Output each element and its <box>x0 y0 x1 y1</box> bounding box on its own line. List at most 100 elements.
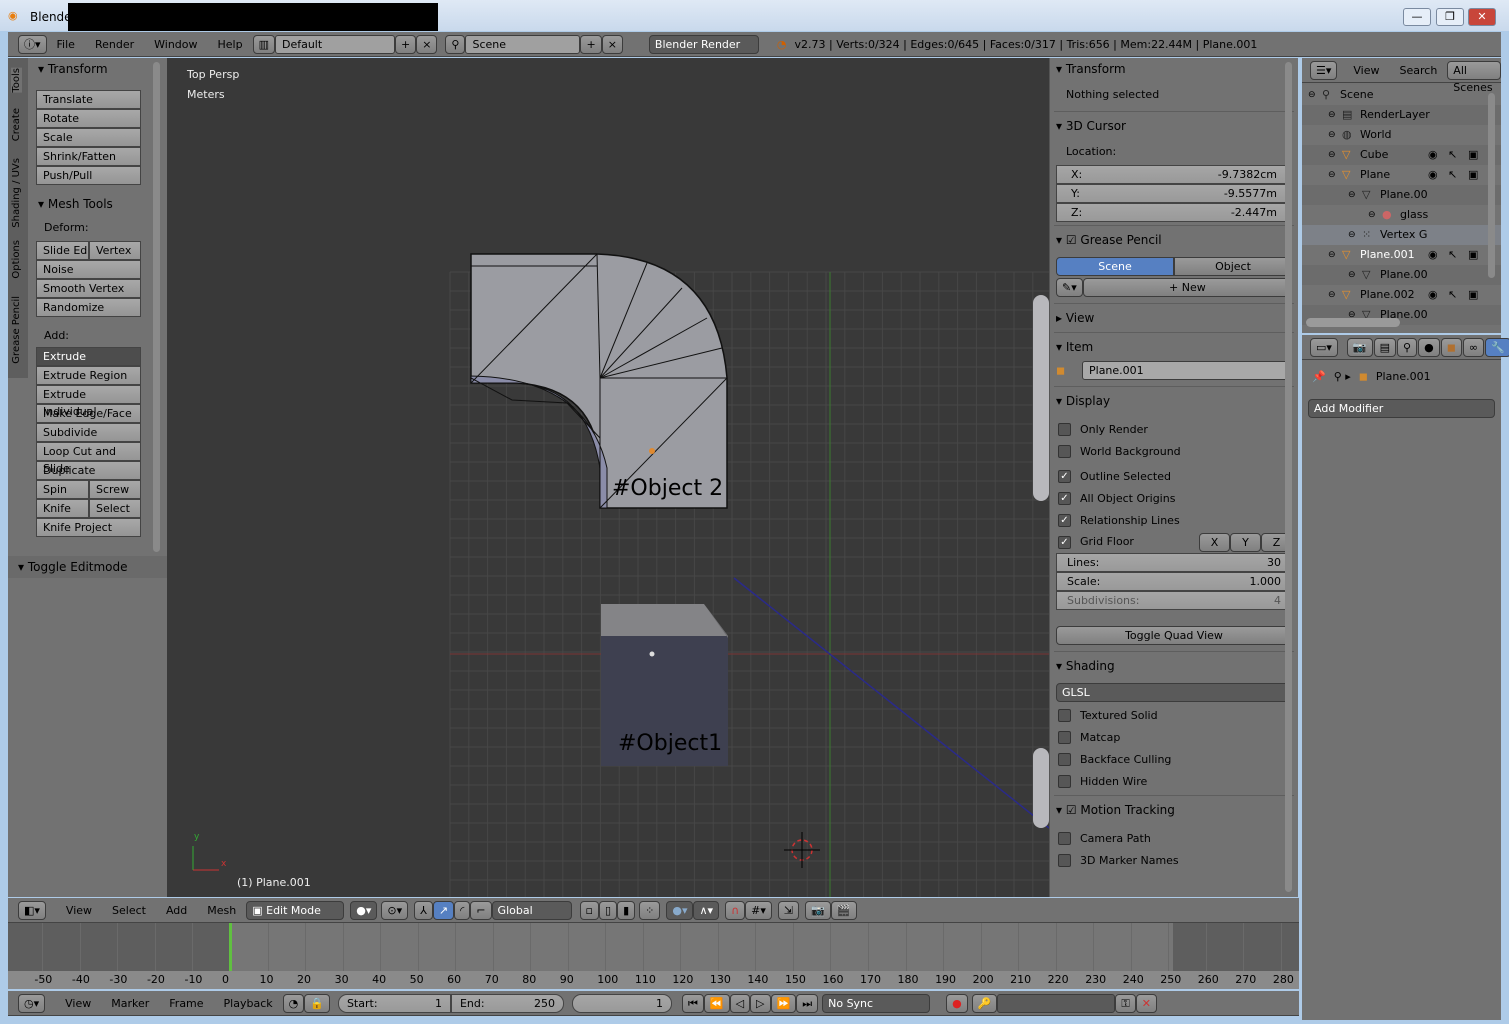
rotate-button[interactable]: Rotate <box>36 109 141 128</box>
outliner-item[interactable]: ⊖ ▽ Plane.001 ◉ ↖ ▣ <box>1302 245 1501 265</box>
smooth-vertex-button[interactable]: Smooth Vertex <box>36 279 141 298</box>
n-panel-scrollbar[interactable] <box>1285 62 1292 892</box>
expand-toggle-icon[interactable]: ⊖ <box>1348 265 1356 285</box>
expand-toggle-icon[interactable]: ⊖ <box>1308 85 1316 105</box>
outliner-item[interactable]: ⊖ ⁙ Vertex G <box>1302 225 1501 245</box>
outliner-item[interactable]: ⊖ ▽ Plane.00 <box>1302 265 1501 285</box>
view3d-menu-mesh[interactable]: Mesh <box>197 904 246 917</box>
scale-button[interactable]: Scale <box>36 128 141 147</box>
vertex-select-mode-icon[interactable]: ▫ <box>579 900 600 920</box>
render-camera-icon[interactable]: ▣ <box>1468 145 1478 165</box>
manipulator-toggle-icon[interactable]: ⅄ <box>414 900 433 920</box>
delete-keyframe-icon[interactable]: ✕ <box>1135 993 1158 1013</box>
timeline-area[interactable] <box>8 923 1299 971</box>
view-header[interactable]: ▸ View <box>1050 307 1298 329</box>
grid-scale-field[interactable]: Scale: 1.000 <box>1056 572 1292 591</box>
toggle-editmode-header[interactable]: ▾ Toggle Editmode <box>8 556 167 578</box>
expand-toggle-icon[interactable]: ⊖ <box>1328 105 1336 125</box>
render-animation-icon[interactable]: 🎬 <box>830 900 857 920</box>
outliner-item[interactable]: ⊖ ● glass <box>1302 205 1501 225</box>
limit-selection-icon[interactable]: ⁘ <box>639 900 661 920</box>
layout-icon[interactable]: ▥ <box>252 34 275 54</box>
outliner-filter-select[interactable]: All Scenes <box>1447 60 1501 94</box>
display-option-checkbox[interactable]: Only Render <box>1050 418 1298 440</box>
render-engine-select[interactable]: Blender Render <box>648 34 759 54</box>
subdivide-button[interactable]: Subdivide <box>36 423 141 442</box>
tool-shelf-scrollbar[interactable] <box>153 62 160 552</box>
outliner-h-scrollbar[interactable] <box>1306 318 1400 327</box>
timeline-editor-type-icon[interactable]: ◷▾ <box>18 993 46 1013</box>
visibility-eye-icon[interactable]: ◉ <box>1428 285 1438 305</box>
display-option-checkbox[interactable]: ✓ Relationship Lines <box>1050 509 1298 531</box>
keying-set-field[interactable] <box>997 993 1116 1013</box>
mesh-tools-panel-header[interactable]: ▾ Mesh Tools <box>0 193 150 215</box>
add-scene-icon[interactable]: + <box>580 34 602 54</box>
randomize-button[interactable]: Randomize <box>36 298 141 317</box>
outliner-view-menu[interactable]: View <box>1343 64 1389 77</box>
extrude-individual-button[interactable]: Extrude Individual <box>36 385 141 418</box>
view3d-menu-add[interactable]: Add <box>156 904 197 917</box>
constraints-tab-icon[interactable]: ∞ <box>1462 337 1485 357</box>
opengl-render-icon[interactable]: ⇲ <box>777 900 800 920</box>
gp-scene-toggle[interactable]: Scene <box>1056 257 1174 276</box>
keying-set-icon[interactable]: 🔑 <box>971 993 998 1013</box>
outliner-item[interactable]: ⊖ ▤ RenderLayer <box>1302 105 1501 125</box>
display-option-checkbox[interactable]: ✓ All Object Origins <box>1050 487 1298 509</box>
falloff-select[interactable]: ∧▾ <box>693 900 720 920</box>
minimize-button[interactable]: — <box>1403 8 1431 26</box>
face-select-mode-icon[interactable]: ▮ <box>617 900 636 920</box>
shading-option-checkbox[interactable]: Backface Culling <box>1050 748 1298 770</box>
grid-x-toggle[interactable]: X <box>1199 532 1230 552</box>
vertex-slide-button[interactable]: Vertex <box>89 241 141 260</box>
screw-button[interactable]: Screw <box>89 480 141 499</box>
expand-toggle-icon[interactable]: ⊖ <box>1328 125 1336 145</box>
grease-pencil-header[interactable]: ▾ ☑ Grease Pencil <box>1050 229 1298 251</box>
make-edge-face-button[interactable]: Make Edge/Face <box>36 404 141 423</box>
render-camera-icon[interactable]: ▣ <box>1468 245 1478 265</box>
render-layers-tab-icon[interactable]: ▤ <box>1373 337 1397 357</box>
shading-option-checkbox[interactable]: Hidden Wire <box>1050 770 1298 792</box>
menu-window[interactable]: Window <box>144 38 207 51</box>
selectability-cursor-icon[interactable]: ↖ <box>1448 165 1457 185</box>
motion-tracking-option-checkbox[interactable]: 3D Marker Names <box>1050 849 1298 871</box>
lock-icon[interactable]: 🔒 <box>304 993 330 1013</box>
visibility-eye-icon[interactable]: ◉ <box>1428 245 1438 265</box>
slide-edge-button[interactable]: Slide Ed <box>36 241 89 260</box>
timeline-menu-playback[interactable]: Playback <box>214 997 283 1010</box>
remove-scene-icon[interactable]: × <box>601 34 623 54</box>
edge-select-mode-icon[interactable]: ▯ <box>599 900 618 920</box>
expand-toggle-icon[interactable]: ⊖ <box>1328 245 1336 265</box>
properties-editor-type-icon[interactable]: ▭▾ <box>1310 337 1338 357</box>
mode-select[interactable]: ▣ Edit Mode <box>246 900 345 920</box>
add-modifier-select[interactable]: Add Modifier <box>1308 399 1495 418</box>
grid-subdivisions-field[interactable]: Subdivisions: 4 <box>1056 591 1292 610</box>
motion-tracking-header[interactable]: ▾ ☑ Motion Tracking <box>1050 799 1298 821</box>
timeline-menu-view[interactable]: View <box>55 997 101 1010</box>
gp-pencil-icon[interactable]: ✎▾ <box>1056 278 1083 297</box>
play-icon[interactable]: ▷ <box>750 993 771 1013</box>
expand-toggle-icon[interactable]: ⊖ <box>1328 285 1336 305</box>
expand-toggle-icon[interactable]: ⊖ <box>1348 185 1356 205</box>
n-transform-header[interactable]: ▾ Transform <box>1050 58 1298 80</box>
expand-toggle-icon[interactable]: ⊖ <box>1328 145 1336 165</box>
selectability-cursor-icon[interactable]: ↖ <box>1448 245 1457 265</box>
outliner-search-menu[interactable]: Search <box>1390 64 1448 77</box>
shrink-fatten-button[interactable]: Shrink/Fatten <box>36 147 141 166</box>
jump-end-icon[interactable]: ⏭ <box>796 993 819 1013</box>
transform-panel-header[interactable]: ▾ Transform <box>0 58 150 80</box>
view3d-editor-type-icon[interactable]: ◧▾ <box>18 900 46 920</box>
current-frame-field[interactable]: 1 <box>571 993 672 1013</box>
spin-button[interactable]: Spin <box>36 480 89 499</box>
render-camera-icon[interactable]: ▣ <box>1468 285 1478 305</box>
push-pull-button[interactable]: Push/Pull <box>36 166 141 185</box>
start-frame-field[interactable]: Start: 1 <box>337 993 451 1013</box>
insert-keyframe-icon[interactable]: ⚿ <box>1115 993 1136 1013</box>
jump-keyframe-forward-icon[interactable]: ⏩ <box>770 993 797 1013</box>
timeline-menu-frame[interactable]: Frame <box>159 997 213 1010</box>
gp-object-toggle[interactable]: Object <box>1174 257 1292 276</box>
render-tab-icon[interactable]: 📷 <box>1346 337 1373 357</box>
3d-viewport[interactable]: Top Persp Meters #Object 2 #Object1 y x … <box>167 58 1049 897</box>
noise-button[interactable]: Noise <box>36 260 141 279</box>
modifiers-tab-icon[interactable]: 🔧 <box>1485 337 1509 357</box>
visibility-eye-icon[interactable]: ◉ <box>1428 165 1438 185</box>
